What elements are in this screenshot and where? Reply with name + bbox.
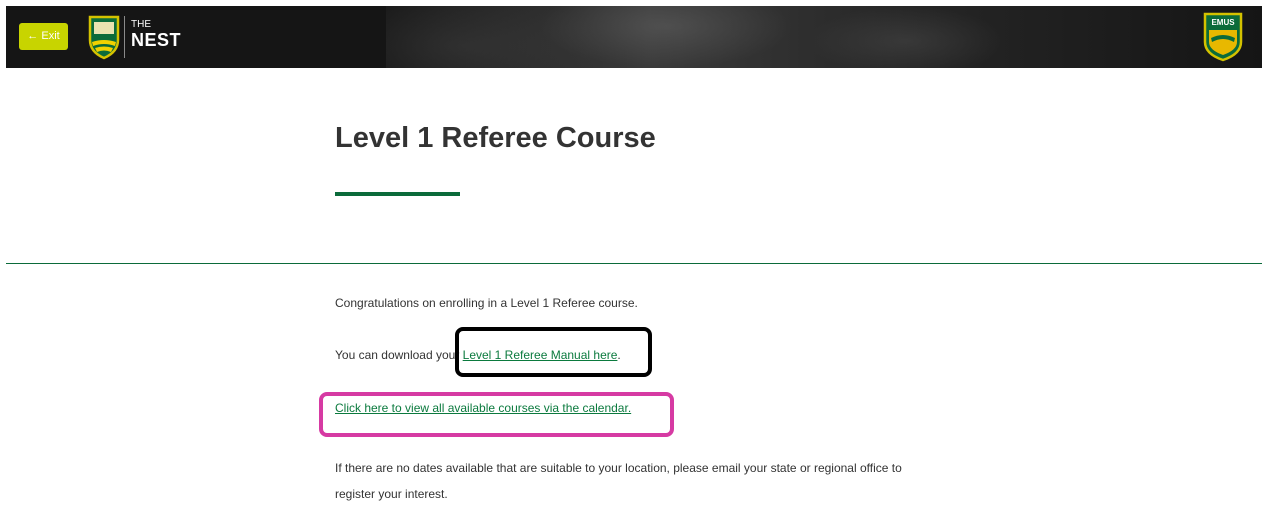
calendar-link-highlight (319, 392, 674, 437)
logo-divider (124, 16, 125, 58)
emus-logo-text: EMUS (1211, 18, 1235, 27)
touch-football-shield-logo[interactable] (88, 14, 120, 60)
exit-button[interactable]: ← Exit (19, 23, 68, 50)
emus-shield-logo: EMUS (1203, 12, 1243, 62)
section-divider (6, 263, 1262, 264)
the-nest-logo: THE NEST (131, 19, 182, 51)
manual-link-highlight (455, 327, 652, 377)
logo-the-text: THE (131, 19, 151, 30)
top-navigation-bar: ← Exit THE NEST EMUS (6, 6, 1262, 68)
no-dates-note: If there are no dates available that are… (335, 461, 902, 501)
logo-nest-text: NEST (131, 30, 182, 50)
header-background-image (386, 6, 1262, 68)
intro-text: Congratulations on enrolling in a Level … (335, 296, 638, 310)
page-title: Level 1 Referee Course (335, 122, 656, 154)
download-prefix: You can download your (335, 348, 463, 362)
title-underline (335, 192, 460, 196)
